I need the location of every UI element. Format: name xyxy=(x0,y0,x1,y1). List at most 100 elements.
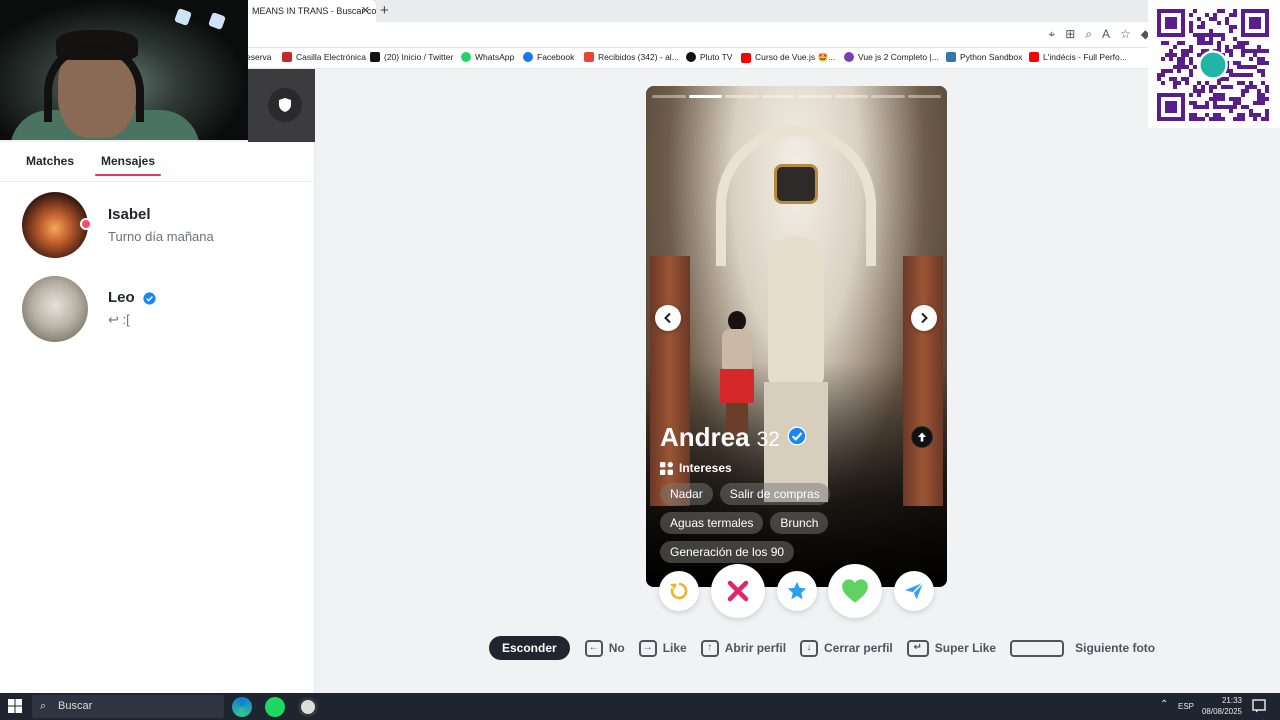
bookmark-label: Curso de Vue.js 🤩... xyxy=(755,52,836,62)
clock-time: 21:33 xyxy=(1221,696,1242,705)
app-install-icon[interactable]: ⊞ xyxy=(1065,27,1075,42)
bookmark-item[interactable]: eserva xyxy=(246,52,272,62)
taskbar-search[interactable]: ⌕ Buscar xyxy=(32,695,224,718)
chevron-left-icon xyxy=(664,312,671,324)
photo-statue xyxy=(768,236,824,386)
enter-key-icon: ↵ xyxy=(906,639,929,657)
interests-list: Nadar Salir de compras Aguas termales Br… xyxy=(660,483,850,563)
bookmark-item[interactable]: Recibidos (342) - al... xyxy=(584,52,679,62)
clock-date: 08/08/2025 xyxy=(1201,707,1242,716)
profile-card[interactable]: Andrea 32 Intereses Nadar Salir de compr… xyxy=(646,86,947,587)
photo-progress-segment[interactable] xyxy=(798,95,832,98)
arrow-down-key-icon: ↓ xyxy=(800,639,819,657)
interests-title: Intereses xyxy=(679,461,732,475)
photo-progress-segment[interactable] xyxy=(652,95,686,98)
photo-progress-segment[interactable] xyxy=(688,95,722,98)
arrow-up-icon xyxy=(918,432,926,442)
superlike-button[interactable] xyxy=(777,571,817,611)
next-photo-button[interactable] xyxy=(911,305,937,331)
shield-icon xyxy=(279,98,291,112)
bookmark-item[interactable]: Facebook xyxy=(523,52,574,62)
bookmark-label: WhatsApp xyxy=(475,52,515,62)
bookmark-item[interactable]: Curso de Vue.js 🤩... xyxy=(741,52,835,63)
background-light xyxy=(208,12,226,30)
arrow-left-key-icon: ← xyxy=(584,639,603,657)
language-indicator[interactable]: ESP xyxy=(1178,702,1194,711)
shortcut-label: Cerrar perfil xyxy=(824,641,893,655)
photo-progress-segment[interactable] xyxy=(907,95,941,98)
conversation-item[interactable]: Leo ↩ :[ xyxy=(0,276,315,346)
windows-taskbar: ⌕ Buscar ⌃ ESP 21:33 08/08/2025 xyxy=(0,693,1280,720)
profile-age: 32 xyxy=(756,428,780,451)
like-button[interactable] xyxy=(828,564,882,618)
obs-icon[interactable] xyxy=(298,697,318,717)
photo-emblem xyxy=(774,164,818,204)
bookmark-label: Pluto TV xyxy=(700,52,733,62)
facebook-icon xyxy=(523,52,533,62)
clock[interactable]: 21:33 08/08/2025 xyxy=(1202,695,1242,717)
zoom-icon[interactable]: ⌕ xyxy=(1085,27,1092,42)
browser-tab[interactable]: MEANS IN TRANS - Buscar co ✕ xyxy=(240,0,376,22)
boost-button[interactable] xyxy=(894,571,934,611)
photo-person xyxy=(718,311,756,439)
interests-header: Intereses xyxy=(660,461,930,475)
favorite-star-icon[interactable]: ☆ xyxy=(1120,27,1131,42)
read-aloud-icon[interactable]: A xyxy=(1102,27,1110,42)
x-icon xyxy=(370,52,380,62)
bookmark-item[interactable]: (20) Inicio / Twitter xyxy=(370,52,453,62)
close-tab-icon[interactable]: ✕ xyxy=(361,0,370,22)
whatsapp-icon xyxy=(461,52,471,62)
bookmark-item[interactable]: Vue js 2 Completo |... xyxy=(844,52,939,62)
webcam-overlay xyxy=(0,0,248,140)
nope-button[interactable] xyxy=(711,564,765,618)
profile-name: Andrea xyxy=(660,422,750,452)
interests-icon xyxy=(660,461,673,475)
rewind-button[interactable] xyxy=(659,571,699,611)
interest-chip: Brunch xyxy=(770,512,829,534)
tab-mensajes[interactable]: Mensajes xyxy=(94,154,162,176)
search-icon: ⌕ xyxy=(40,700,47,712)
shortcut-next-photo: Siguiente foto xyxy=(1010,639,1155,657)
bookmark-label: Python Sandbox xyxy=(960,52,1023,62)
bookmark-item[interactable]: Pluto TV xyxy=(686,52,732,62)
shortcut-open-profile: ↑ Abrir perfil xyxy=(700,639,786,657)
python-icon xyxy=(946,52,956,62)
vue-icon xyxy=(844,52,854,62)
bookmark-item[interactable]: L'indécis - Full Perfo... xyxy=(1029,52,1127,62)
location-icon[interactable]: ⌖ xyxy=(1048,27,1055,42)
conversation-name: Leo xyxy=(108,289,135,306)
new-tab-button[interactable]: + xyxy=(380,1,389,21)
conversation-preview: Turno día mañana xyxy=(108,229,214,244)
bookmark-item[interactable]: Python Sandbox xyxy=(946,52,1022,62)
address-bar-actions: ⌖ ⊞ ⌕ A ☆ ◆ xyxy=(1048,27,1150,42)
photo-progress-segment[interactable] xyxy=(834,95,868,98)
chevron-up-icon[interactable]: ⌃ xyxy=(1160,699,1168,710)
space-key-icon xyxy=(1010,639,1065,657)
photo-progress-segment[interactable] xyxy=(725,95,759,98)
shortcut-label: No xyxy=(608,641,625,655)
safety-shield-button[interactable] xyxy=(268,88,302,122)
photo-progress-segment[interactable] xyxy=(871,95,905,98)
photo-progress-bar xyxy=(652,95,941,98)
spotify-icon[interactable] xyxy=(265,697,285,717)
casilla-icon xyxy=(282,52,292,62)
bookmark-label: Recibidos (342) - al... xyxy=(598,52,679,62)
conversation-item[interactable]: Isabel Turno día mañana xyxy=(0,192,315,262)
conversation-name-row: Leo xyxy=(108,289,156,306)
previous-photo-button[interactable] xyxy=(655,305,681,331)
edge-icon[interactable] xyxy=(232,697,252,717)
notifications-icon[interactable] xyxy=(1252,699,1266,713)
bookmark-item[interactable]: Casilla Electrónica xyxy=(282,52,366,62)
bookmark-label: eserva xyxy=(246,52,272,62)
bookmark-item[interactable]: WhatsApp xyxy=(461,52,514,62)
photo-progress-segment[interactable] xyxy=(761,95,795,98)
windows-start-icon[interactable] xyxy=(8,699,22,713)
hide-shortcuts-button[interactable]: Esconder xyxy=(489,636,570,660)
shortcut-like: → Like xyxy=(638,639,687,657)
open-profile-button[interactable] xyxy=(911,426,933,448)
interest-chip: Generación de los 90 xyxy=(660,541,795,563)
conversation-name: Isabel xyxy=(108,206,151,223)
close-x-icon xyxy=(727,580,749,602)
conversation-preview: ↩ :[ xyxy=(108,312,130,327)
tab-matches[interactable]: Matches xyxy=(26,154,74,168)
